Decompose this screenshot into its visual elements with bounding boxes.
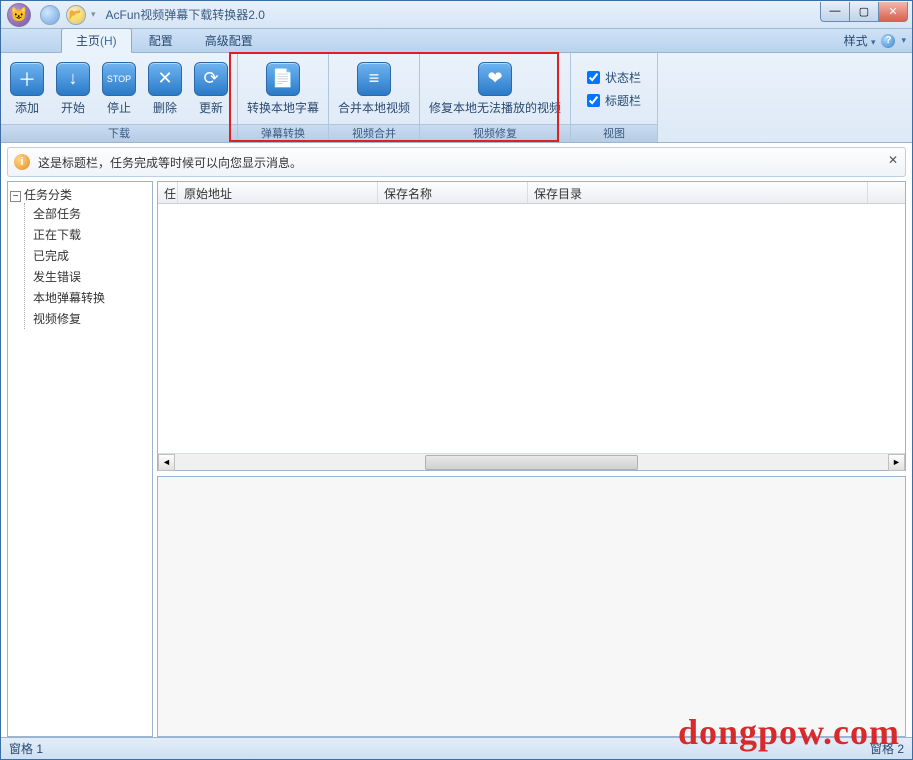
right-panel: 任原始地址保存名称保存目录 ◄ ► (157, 181, 906, 737)
tab-label: 配置 (149, 34, 173, 48)
merge-video-button[interactable]: ≡合并本地视频 (333, 60, 415, 118)
delete-button[interactable]: ✕删除 (143, 60, 187, 118)
tree-item[interactable]: 全部任务 (33, 203, 150, 224)
tab-home[interactable]: 主页(H) (61, 28, 132, 53)
info-bar: i 这是标题栏，任务完成等时候可以向您显示消息。 ✕ (7, 147, 906, 177)
style-dropdown[interactable]: 样式 ▾ (844, 32, 876, 49)
chevron-down-icon[interactable]: ▾ (901, 35, 906, 46)
ribbon-group-repair: ❤修复本地无法播放的视频 视频修复 (420, 53, 571, 142)
tab-hotkey: (H) (100, 34, 117, 48)
window-controls: — ▢ ✕ (821, 2, 908, 22)
tree-item[interactable]: 本地弹幕转换 (33, 287, 150, 308)
scroll-left-icon[interactable]: ◄ (158, 454, 175, 471)
qat-dropdown-icon[interactable]: ▾ (91, 9, 96, 20)
close-button[interactable]: ✕ (878, 2, 908, 22)
scroll-right-icon[interactable]: ► (888, 454, 905, 471)
app-icon[interactable]: 😺 (7, 3, 31, 27)
repair-video-button[interactable]: ❤修复本地无法播放的视频 (424, 60, 566, 118)
group-label: 下载 (1, 124, 237, 142)
help-icon[interactable]: ? (881, 34, 895, 48)
tree-item[interactable]: 发生错误 (33, 266, 150, 287)
group-label: 弹幕转换 (238, 124, 328, 142)
stop-button[interactable]: STOP停止 (97, 60, 141, 118)
tree-item[interactable]: 已完成 (33, 245, 150, 266)
horizontal-scrollbar[interactable]: ◄ ► (158, 453, 905, 470)
ribbon-tabs: 主页(H) 配置 高级配置 样式 ▾ ? ▾ (1, 29, 912, 53)
ribbon: ＋添加 ↓开始 STOP停止 ✕删除 ⟳更新 下载 📄转换本地字幕 弹幕转换 ≡… (1, 53, 912, 143)
add-button[interactable]: ＋添加 (5, 60, 49, 118)
group-label: 视频修复 (420, 124, 570, 142)
statusbar-checkbox[interactable]: 状态栏 (587, 69, 641, 86)
list-header: 任原始地址保存名称保存目录 (158, 182, 905, 204)
qat-button-1[interactable] (40, 5, 60, 25)
task-list[interactable]: 任原始地址保存名称保存目录 ◄ ► (157, 181, 906, 471)
status-bar: 窗格 1 窗格 2 (1, 737, 912, 759)
status-pane-right: 窗格 2 (870, 740, 904, 757)
titlebar: 😺 📂 ▾ AcFun视频弹幕下载转换器2.0 — ▢ ✕ (1, 1, 912, 29)
task-tree[interactable]: −任务分类 全部任务正在下载已完成发生错误本地弹幕转换视频修复 (7, 181, 153, 737)
tree-collapse-icon[interactable]: − (10, 191, 21, 202)
minimize-button[interactable]: — (820, 2, 850, 22)
tab-label: 高级配置 (205, 34, 253, 48)
column-header[interactable]: 保存目录 (528, 182, 868, 203)
heart-icon: ❤ (478, 62, 512, 96)
plus-icon: ＋ (10, 62, 44, 96)
download-icon: ↓ (56, 62, 90, 96)
tab-label: 主页 (76, 34, 100, 48)
scroll-thumb[interactable] (425, 455, 639, 470)
document-icon: 📄 (266, 62, 300, 96)
ribbon-group-view: 状态栏 标题栏 视图 (571, 53, 658, 142)
scroll-track[interactable] (175, 454, 888, 471)
tab-advanced[interactable]: 高级配置 (190, 28, 268, 52)
group-label: 视图 (571, 124, 657, 142)
info-text: 这是标题栏，任务完成等时候可以向您显示消息。 (38, 154, 302, 171)
maximize-button[interactable]: ▢ (849, 2, 879, 22)
convert-subtitle-button[interactable]: 📄转换本地字幕 (242, 60, 324, 118)
app-window: 😺 📂 ▾ AcFun视频弹幕下载转换器2.0 — ▢ ✕ 主页(H) 配置 高… (0, 0, 913, 760)
group-label: 视频合并 (329, 124, 419, 142)
refresh-icon: ⟳ (194, 62, 228, 96)
info-icon: i (14, 154, 30, 170)
chevron-down-icon: ▾ (871, 37, 876, 47)
tree-item[interactable]: 正在下载 (33, 224, 150, 245)
app-title: AcFun视频弹幕下载转换器2.0 (106, 6, 265, 23)
column-header[interactable]: 任 (158, 182, 178, 203)
column-header[interactable]: 原始地址 (178, 182, 378, 203)
column-header[interactable]: 保存名称 (378, 182, 528, 203)
tree-root-label[interactable]: 任务分类 (24, 188, 72, 202)
start-button[interactable]: ↓开始 (51, 60, 95, 118)
titlebar-checkbox[interactable]: 标题栏 (587, 92, 641, 109)
ribbon-group-merge: ≡合并本地视频 视频合并 (329, 53, 420, 142)
list-body[interactable] (158, 204, 905, 453)
delete-icon: ✕ (148, 62, 182, 96)
main-area: −任务分类 全部任务正在下载已完成发生错误本地弹幕转换视频修复 任原始地址保存名… (7, 181, 906, 737)
stack-icon: ≡ (357, 62, 391, 96)
stop-icon: STOP (102, 62, 136, 96)
refresh-button[interactable]: ⟳更新 (189, 60, 233, 118)
status-pane-left: 窗格 1 (9, 740, 43, 757)
qat-button-open[interactable]: 📂 (66, 5, 86, 25)
ribbon-group-download: ＋添加 ↓开始 STOP停止 ✕删除 ⟳更新 下载 (1, 53, 238, 142)
tab-config[interactable]: 配置 (134, 28, 188, 52)
detail-pane[interactable] (157, 476, 906, 737)
ribbon-group-subtitle: 📄转换本地字幕 弹幕转换 (238, 53, 329, 142)
info-close-button[interactable]: ✕ (885, 152, 901, 168)
tree-item[interactable]: 视频修复 (33, 308, 150, 329)
